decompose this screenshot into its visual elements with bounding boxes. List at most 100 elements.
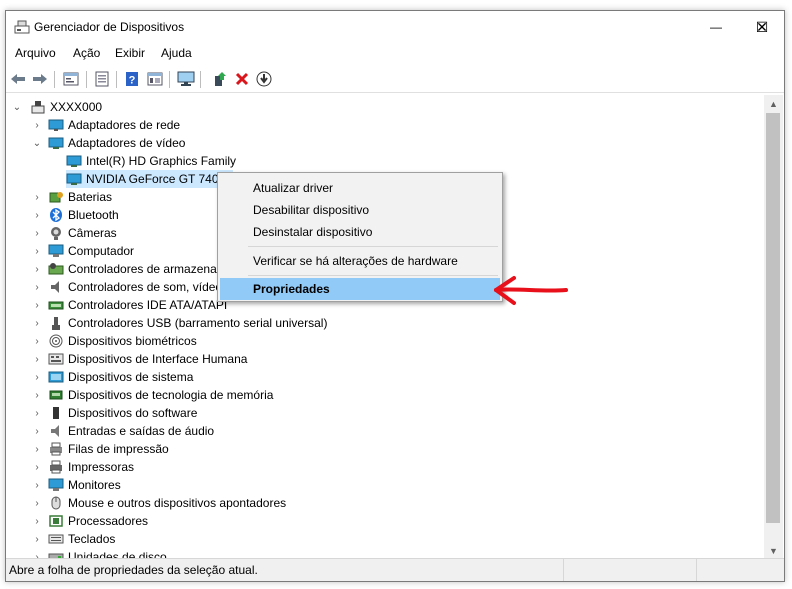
ctx-scan-hardware[interactable]: Verificar se há alterações de hardware	[220, 250, 500, 272]
tree-category[interactable]: Câmeras	[48, 224, 121, 242]
download-icon[interactable]	[255, 70, 273, 88]
tree-device[interactable]: Intel(R) HD Graphics Family	[66, 152, 240, 170]
expand-chevron-icon[interactable]: ›	[32, 314, 42, 332]
status-divider	[696, 559, 697, 581]
expand-chevron-icon[interactable]: ›	[32, 494, 42, 512]
tree-category[interactable]: Monitores	[48, 476, 125, 494]
tree-item-label: Baterias	[68, 190, 113, 204]
expand-chevron-icon[interactable]: ›	[32, 512, 42, 530]
bluetooth-icon	[50, 208, 62, 222]
toolbar-separator	[86, 71, 87, 88]
expand-chevron-icon[interactable]: ›	[32, 458, 42, 476]
mouse-icon	[51, 496, 61, 510]
menu-exibir[interactable]: Exibir	[115, 46, 145, 60]
tree-category[interactable]: Impressoras	[48, 458, 138, 476]
network-adapter-icon	[48, 119, 64, 131]
properties-sheet-icon[interactable]	[93, 70, 111, 88]
sound-icon	[51, 281, 59, 293]
tree-category[interactable]: Controladores IDE ATA/ATAPI	[48, 296, 231, 314]
fingerprint-icon	[49, 334, 63, 348]
scroll-up-button[interactable]: ▲	[764, 95, 783, 112]
ide-controller-icon	[48, 301, 64, 310]
tree-device[interactable]: NVIDIA GeForce GT 740M	[66, 170, 233, 188]
software-device-icon	[53, 407, 59, 419]
scroll-thumb[interactable]	[766, 113, 780, 523]
tree-category[interactable]: Dispositivos de tecnologia de memória	[48, 386, 277, 404]
display-adapter-icon	[66, 155, 82, 167]
expand-chevron-icon[interactable]: ›	[32, 278, 42, 296]
tree-category[interactable]: Computador	[48, 242, 138, 260]
update-driver-icon[interactable]	[211, 70, 229, 88]
tree-category[interactable]: Teclados	[48, 530, 119, 548]
expand-chevron-icon[interactable]: ›	[32, 386, 42, 404]
toolbar: ?	[6, 66, 784, 93]
storage-controller-icon	[48, 263, 64, 275]
expand-chevron-icon[interactable]: ›	[32, 404, 42, 422]
expand-chevron-icon[interactable]: ›	[32, 530, 42, 548]
tree-category[interactable]: Mouse e outros dispositivos apontadores	[48, 494, 290, 512]
tree-root-label: XXXX000	[50, 100, 103, 114]
tree-item-label: Impressoras	[68, 460, 135, 474]
monitor-icon	[48, 478, 64, 491]
tree-category[interactable]: Entradas e saídas de áudio	[48, 422, 218, 440]
expand-chevron-icon[interactable]: ›	[32, 116, 42, 134]
ctx-properties[interactable]: Propriedades	[220, 278, 500, 300]
display-adapter-icon	[66, 173, 82, 185]
memory-icon	[49, 390, 63, 400]
tree-item-label: Dispositivos de sistema	[68, 370, 194, 384]
resources-view-icon[interactable]	[146, 70, 164, 88]
scan-hardware-icon[interactable]	[177, 70, 195, 88]
collapse-chevron-icon[interactable]: ⌄	[12, 102, 22, 113]
ctx-update-driver[interactable]: Atualizar driver	[220, 177, 500, 199]
close-button-area[interactable]: ✕	[739, 11, 785, 43]
title-bar[interactable]: Gerenciador de Dispositivos — ☐	[6, 11, 784, 43]
forward-arrow-icon[interactable]	[31, 70, 49, 88]
device-view-icon[interactable]	[62, 70, 80, 88]
scroll-down-button[interactable]: ▼	[764, 542, 783, 559]
ctx-disable-device[interactable]: Desabilitar dispositivo	[220, 199, 500, 221]
expand-chevron-icon[interactable]: ›	[32, 206, 42, 224]
expand-chevron-icon[interactable]: ›	[32, 440, 42, 458]
collapse-chevron-icon[interactable]: ⌄	[32, 134, 42, 152]
tree-category[interactable]: Adaptadores de rede	[48, 116, 184, 134]
tree-root[interactable]: ⌄ XXXX000	[12, 98, 102, 116]
tree-category[interactable]: Dispositivos do software	[48, 404, 201, 422]
uninstall-icon[interactable]	[233, 70, 251, 88]
menu-ajuda[interactable]: Ajuda	[161, 46, 192, 60]
tree-category[interactable]: Bluetooth	[48, 206, 123, 224]
red-arrow-annotation	[494, 276, 568, 305]
tree-category[interactable]: Processadores	[48, 512, 152, 530]
expand-chevron-icon[interactable]: ›	[32, 242, 42, 260]
help-icon[interactable]: ?	[123, 70, 141, 88]
toolbar-separator	[54, 71, 55, 88]
tree-category[interactable]: Controladores USB (barramento serial uni…	[48, 314, 331, 332]
system-device-icon	[48, 371, 64, 383]
expand-chevron-icon[interactable]: ›	[32, 296, 42, 314]
tree-category[interactable]: Dispositivos de Interface Humana	[48, 350, 251, 368]
tree-category[interactable]: Adaptadores de vídeo	[48, 134, 189, 152]
tree-item-label: Câmeras	[68, 226, 117, 240]
expand-chevron-icon[interactable]: ›	[32, 224, 42, 242]
expand-chevron-icon[interactable]: ›	[32, 260, 42, 278]
menu-acao[interactable]: Ação	[73, 46, 100, 60]
processor-icon	[49, 515, 63, 527]
camera-icon	[51, 227, 61, 240]
expand-chevron-icon[interactable]: ›	[32, 422, 42, 440]
tree-category[interactable]: Baterias	[48, 188, 116, 206]
expand-chevron-icon[interactable]: ›	[32, 476, 42, 494]
expand-chevron-icon[interactable]: ›	[32, 368, 42, 386]
ctx-uninstall-device[interactable]: Desinstalar dispositivo	[220, 221, 500, 243]
status-bar: Abre a folha de propriedades da seleção …	[6, 558, 784, 581]
back-arrow-icon[interactable]	[9, 70, 27, 88]
menu-arquivo[interactable]: Arquivo	[15, 46, 56, 60]
computer-icon	[31, 101, 45, 114]
device-tree[interactable]: ⌄ XXXX000 › Adaptadores de rede ⌄ Adaptador…	[6, 95, 764, 559]
expand-chevron-icon[interactable]: ›	[32, 350, 42, 368]
tree-category[interactable]: Dispositivos biométricos	[48, 332, 201, 350]
expand-chevron-icon[interactable]: ›	[32, 188, 42, 206]
tree-category[interactable]: Filas de impressão	[48, 440, 173, 458]
vertical-scrollbar[interactable]: ▲ ▼	[764, 95, 783, 559]
tree-category[interactable]: Dispositivos de sistema	[48, 368, 197, 386]
expand-chevron-icon[interactable]: ›	[32, 332, 42, 350]
tree-item-label: Filas de impressão	[68, 442, 169, 456]
